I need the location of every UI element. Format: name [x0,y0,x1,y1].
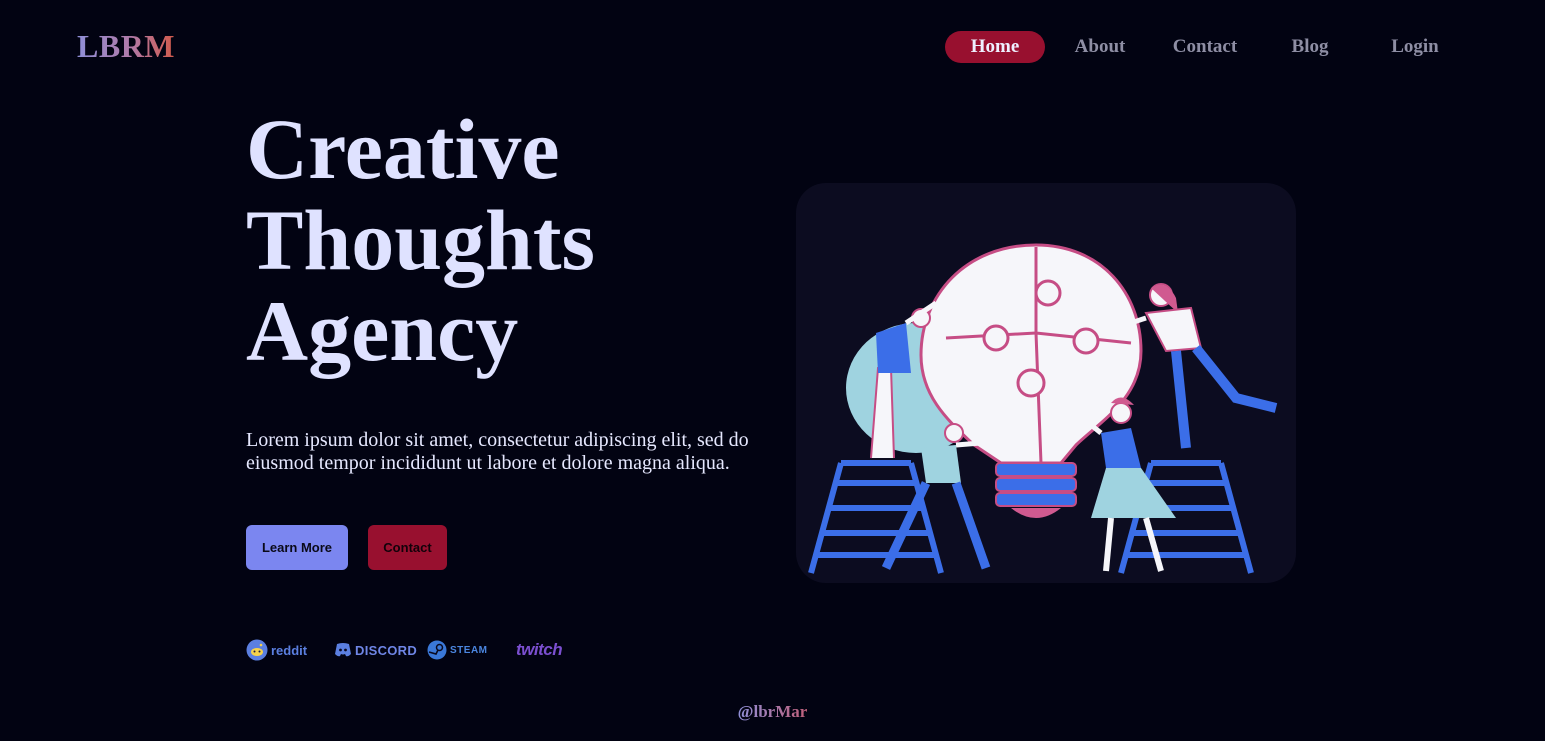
steam-logo[interactable]: STEAM [427,637,488,663]
reddit-wordmark: reddit [271,642,308,658]
reddit-icon [246,639,268,661]
twitch-wordmark: twitch [516,640,563,659]
hero-title: Creative Thoughts Agency [246,104,766,377]
steam-wordmark: STEAM [450,644,488,656]
twitch-logo[interactable]: twitch [516,637,563,663]
footer-handle[interactable]: @lbrMar [738,702,808,721]
learn-more-button[interactable]: Learn More [246,525,348,570]
hero-title-line: Creative [246,101,560,197]
nav-blog[interactable]: Blog [1265,31,1355,63]
nav-login[interactable]: Login [1370,31,1460,63]
nav-contact[interactable]: Contact [1160,31,1250,63]
footer: @lbrMar [0,702,1545,722]
discord-icon [335,643,351,657]
nav-home[interactable]: Home [945,31,1045,63]
partner-logos: reddit DISCORD STEAM twitch [0,637,700,665]
nav-about[interactable]: About [1055,31,1145,63]
hero-title-line: Agency [246,283,519,379]
steam-icon [427,640,447,660]
discord-wordmark: DISCORD [355,642,418,658]
hero-title-line: Thoughts [246,192,595,288]
main-nav: Home About Contact Blog Login [0,31,1545,63]
reddit-logo[interactable]: reddit [246,637,307,663]
contact-button[interactable]: Contact [368,525,447,570]
hero-illustration [796,183,1296,583]
hero-description: Lorem ipsum dolor sit amet, consectetur … [246,429,749,474]
puzzle-lightbulb-teamwork-icon [808,243,1278,574]
discord-logo[interactable]: DISCORD [334,637,417,663]
